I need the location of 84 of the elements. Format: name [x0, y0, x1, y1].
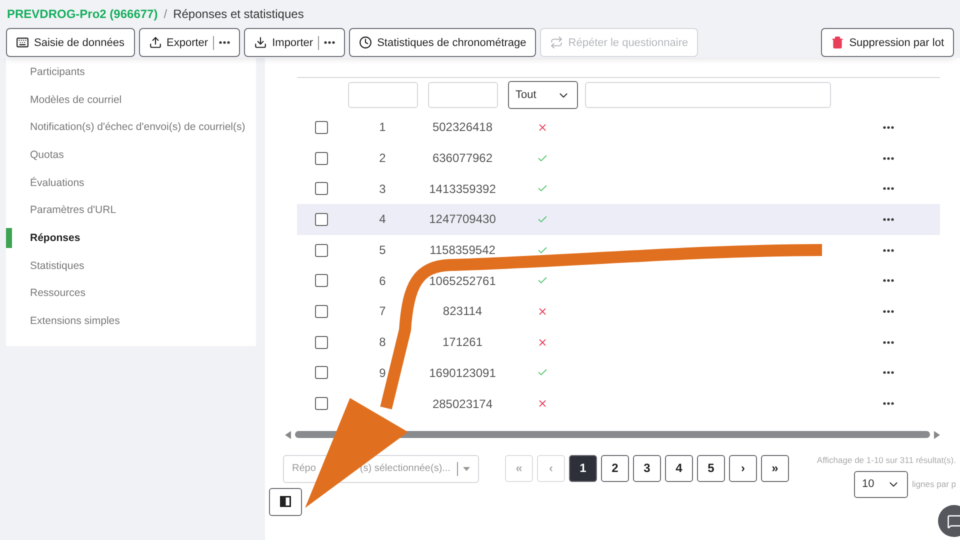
sidebar-item[interactable]: Statistiques: [6, 252, 256, 280]
row-checkbox[interactable]: [314, 152, 328, 165]
repeat-icon: [550, 36, 564, 49]
row-checkbox[interactable]: [314, 397, 328, 410]
row-number: 4: [379, 212, 386, 226]
row-number: 1: [379, 120, 386, 134]
row-number: 8: [379, 335, 386, 350]
dropdown-caret-icon: [463, 466, 470, 471]
sidebar-item[interactable]: Quotas: [6, 141, 256, 169]
row-checkbox[interactable]: [314, 304, 328, 318]
scroll-left-icon[interactable]: [285, 430, 291, 439]
row-actions-icon[interactable]: [882, 218, 894, 221]
breadcrumb-separator: /: [164, 7, 168, 21]
response-id: 1158359542: [430, 243, 496, 258]
filter-field[interactable]: [428, 82, 498, 108]
page-button[interactable]: 4: [665, 454, 693, 482]
row-number: 5: [379, 243, 386, 258]
row-actions-icon[interactable]: [882, 187, 894, 190]
page-button[interactable]: 5: [697, 454, 725, 482]
panel-icon: [280, 496, 291, 508]
sidebar-item[interactable]: Modèles de courriel: [6, 86, 256, 114]
import-icon: [254, 36, 268, 49]
row-number: 9: [379, 366, 386, 380]
row-checkbox[interactable]: [314, 336, 328, 349]
filter-field[interactable]: [348, 82, 418, 108]
results-summary: Affichage de 1-10 sur 311 résultat(s).: [816, 454, 956, 465]
toolbar-button[interactable]: Saisie de données: [6, 28, 135, 57]
row-checkbox[interactable]: [314, 120, 328, 134]
page-button[interactable]: 2: [601, 454, 629, 482]
row-actions-icon[interactable]: [882, 279, 894, 282]
response-id: 1413359392: [429, 182, 496, 196]
toolbar-button[interactable]: Importer: [244, 28, 346, 57]
response-id: 823114: [442, 304, 482, 318]
sidebar-item[interactable]: Évaluations: [6, 168, 256, 196]
toolbar-button[interactable]: Exporter: [138, 28, 240, 57]
sidebar-item[interactable]: Paramètres d'URL: [6, 196, 256, 224]
last-page-button[interactable]: »: [761, 454, 789, 482]
response-id: 502326418: [432, 120, 493, 134]
response-id: 1065252761: [429, 274, 496, 288]
page-size-label: lignes par p: [912, 479, 956, 490]
row-number: 2: [379, 151, 386, 166]
more-icon[interactable]: [219, 41, 230, 44]
scroll-right-icon[interactable]: [934, 430, 940, 439]
filter-select[interactable]: Tout: [508, 81, 578, 109]
page-title: Réponses et statistiques: [173, 7, 304, 21]
row-actions-icon[interactable]: [882, 340, 894, 344]
sidebar-item[interactable]: Réponses: [6, 224, 256, 252]
row-checkbox[interactable]: [314, 212, 328, 226]
help-icon: [946, 514, 960, 528]
row-actions-icon[interactable]: [882, 248, 894, 252]
export-icon: [148, 36, 162, 49]
row-actions-icon[interactable]: [882, 126, 894, 129]
delete-icon: [831, 36, 844, 49]
active-marker: [6, 228, 12, 248]
row-checkbox[interactable]: [314, 182, 328, 196]
more-icon[interactable]: [324, 41, 336, 44]
row-checkbox[interactable]: [314, 274, 328, 288]
sidebar-item[interactable]: Ressources: [6, 280, 256, 308]
row-number: 3: [379, 182, 386, 196]
response-id: 285023174: [432, 396, 493, 411]
toolbar-button[interactable]: Statistiques de chronométrage: [349, 28, 536, 57]
row-actions-icon[interactable]: [882, 156, 894, 160]
response-id: 171261: [442, 335, 483, 350]
page-button[interactable]: 3: [633, 454, 661, 482]
row-number: 6: [379, 274, 386, 288]
row-number: 7: [379, 304, 386, 318]
response-id: 1247709430: [429, 212, 496, 226]
toolbar-button[interactable]: Suppression par lot: [821, 28, 954, 57]
next-page-button[interactable]: ›: [729, 454, 757, 482]
filter-field[interactable]: [585, 82, 831, 108]
row-actions-icon[interactable]: [882, 371, 894, 374]
response-id: 636077962: [432, 151, 493, 166]
sidebar-item[interactable]: Notification(s) d'échec d'envoi(s) de courriel(s): [6, 113, 256, 142]
row-checkbox[interactable]: [314, 244, 328, 257]
response-id: 1690123091: [429, 366, 496, 380]
row-actions-icon[interactable]: [882, 310, 894, 313]
page-button[interactable]: 1: [569, 454, 597, 482]
sidebar-toggle-button[interactable]: [269, 488, 302, 516]
row-actions-icon[interactable]: [882, 402, 894, 406]
sidebar-item[interactable]: Extensions simples: [6, 307, 256, 335]
sidebar-item[interactable]: Participants: [6, 58, 256, 86]
row-checkbox[interactable]: [314, 366, 328, 380]
table-row[interactable]: 4 1247709430: [297, 204, 940, 235]
page-size-select[interactable]: 10: [854, 470, 908, 498]
